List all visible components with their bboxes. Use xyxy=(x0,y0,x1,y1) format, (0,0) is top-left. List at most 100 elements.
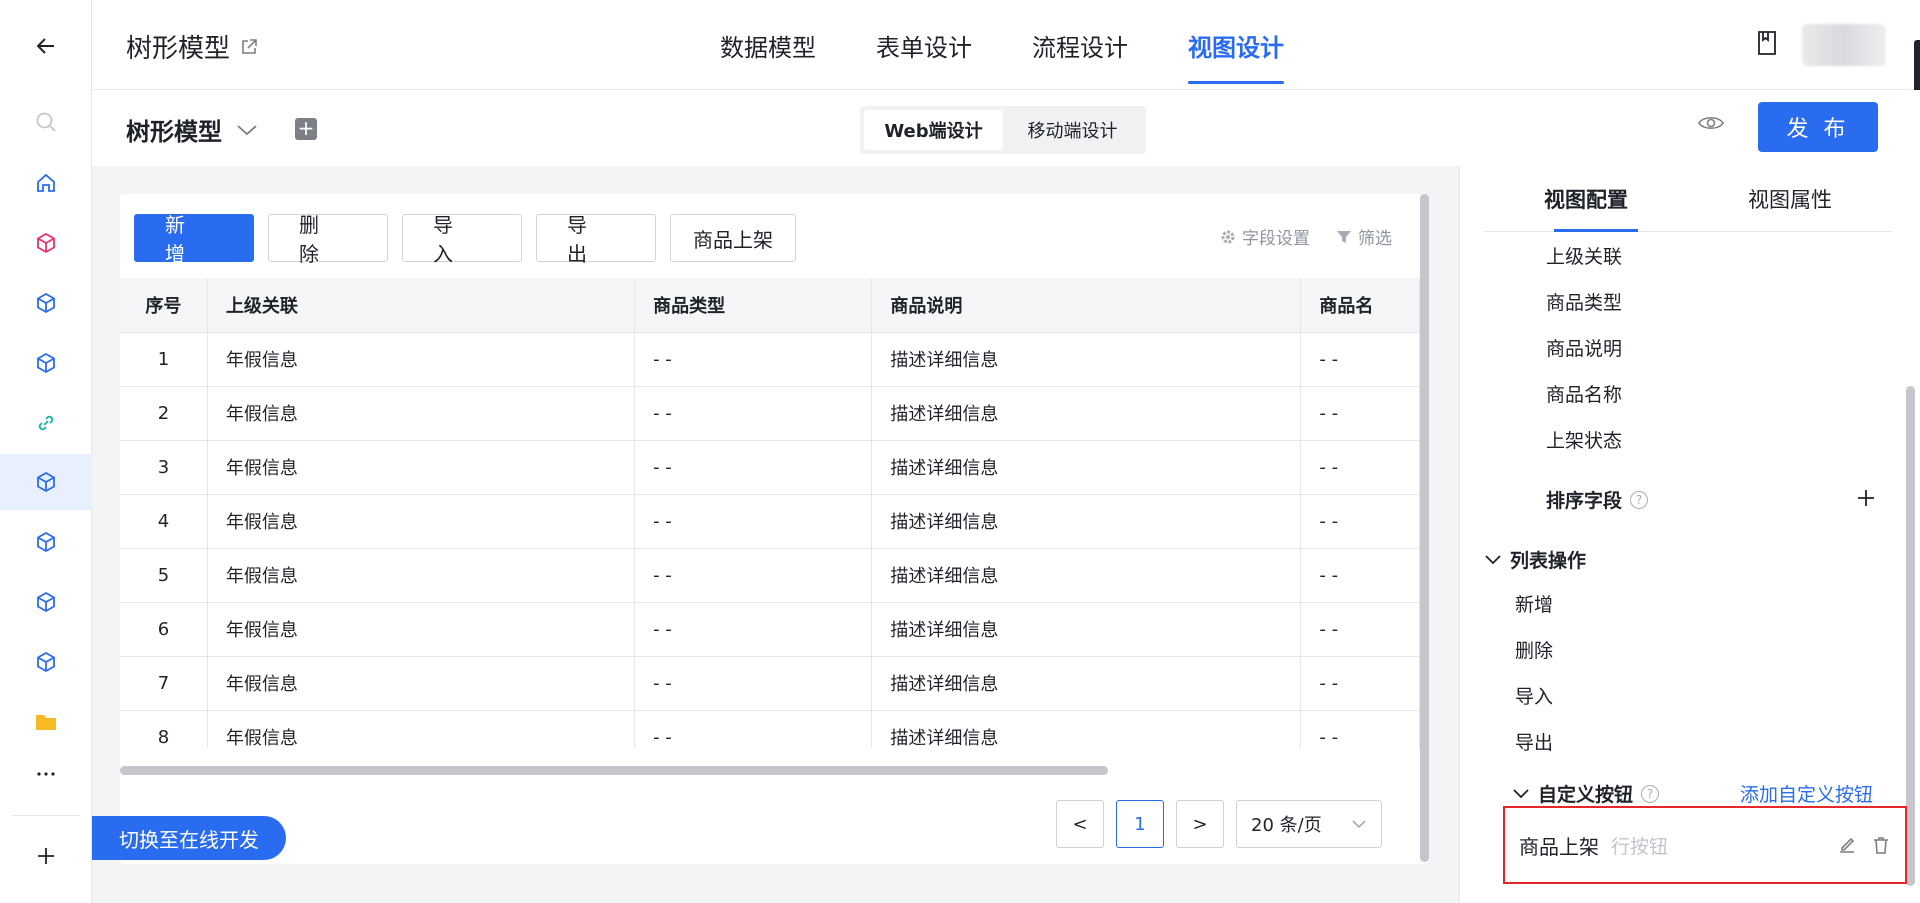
help-icon[interactable]: ? xyxy=(1630,490,1649,509)
col-header-type[interactable]: 商品类型 xyxy=(634,278,873,333)
cell-name: - - xyxy=(1300,494,1420,549)
cell-parent: 年假信息 xyxy=(207,602,636,657)
model-cube-icon[interactable] xyxy=(0,634,92,690)
custom-listing-button[interactable]: 商品上架 xyxy=(670,214,796,262)
list-ops-section[interactable]: 列表操作 xyxy=(1484,546,1586,573)
horizontal-scrollbar[interactable] xyxy=(120,766,1108,775)
cell-parent: 年假信息 xyxy=(207,332,636,387)
model-cube-icon[interactable] xyxy=(0,514,92,570)
folder-icon[interactable] xyxy=(0,694,92,750)
page-number-button[interactable]: 1 xyxy=(1116,800,1164,848)
preview-eye-icon[interactable] xyxy=(1698,114,1724,136)
cell-parent: 年假信息 xyxy=(207,710,636,748)
table-row[interactable]: 5 年假信息 - - 描述详细信息 - - xyxy=(120,548,1420,603)
page-size-select[interactable]: 20 条/页 xyxy=(1236,800,1382,848)
tab-flow-design[interactable]: 流程设计 xyxy=(1032,0,1128,90)
tab-view-design[interactable]: 视图设计 xyxy=(1188,0,1284,90)
add-sort-field-icon[interactable] xyxy=(1856,488,1876,512)
field-item[interactable]: 上级关联 xyxy=(1546,242,1622,269)
list-ops-title: 列表操作 xyxy=(1510,550,1587,572)
cell-index: 1 xyxy=(120,332,208,387)
mobile-design-option[interactable]: 移动端设计 xyxy=(1003,110,1142,150)
external-link-icon[interactable] xyxy=(240,38,258,56)
table-row[interactable]: 4 年假信息 - - 描述详细信息 - - xyxy=(120,494,1420,549)
cell-name: - - xyxy=(1300,440,1420,495)
help-icon[interactable]: ? xyxy=(1641,784,1660,803)
vertical-scrollbar[interactable] xyxy=(1420,194,1429,862)
prev-page-button[interactable]: < xyxy=(1056,800,1104,848)
model-cube-active-icon[interactable] xyxy=(0,454,92,510)
col-header-desc[interactable]: 商品说明 xyxy=(871,278,1302,333)
list-op-item[interactable]: 导出 xyxy=(1515,728,1553,755)
search-icon[interactable] xyxy=(0,94,92,150)
edit-icon[interactable] xyxy=(1837,835,1857,855)
trash-icon[interactable] xyxy=(1871,835,1891,855)
delete-button[interactable]: 删 除 xyxy=(268,213,388,266)
cell-desc: 描述详细信息 xyxy=(871,440,1302,495)
table-row[interactable]: 1 年假信息 - - 描述详细信息 - - xyxy=(120,332,1420,387)
custom-button-name: 商品上架 xyxy=(1519,834,1599,859)
field-item[interactable]: 商品说明 xyxy=(1546,334,1622,361)
tab-view-properties[interactable]: 视图属性 xyxy=(1688,166,1892,231)
custom-button-type: 行按钮 xyxy=(1611,835,1669,858)
list-op-item[interactable]: 导入 xyxy=(1515,682,1553,709)
cell-desc: 描述详细信息 xyxy=(871,710,1302,748)
web-design-option[interactable]: Web端设计 xyxy=(864,110,1003,150)
data-table: 序号 上级关联 商品类型 商品说明 商品名 1 年假信息 - - 描述详细信息 … xyxy=(120,278,1420,748)
list-op-item[interactable]: 新增 xyxy=(1515,590,1553,617)
more-icon[interactable] xyxy=(0,746,92,802)
table-row[interactable]: 2 年假信息 - - 描述详细信息 - - xyxy=(120,386,1420,441)
custom-buttons-title: 自定义按钮 xyxy=(1538,784,1634,806)
cell-parent: 年假信息 xyxy=(207,386,636,441)
export-button[interactable]: 导 出 xyxy=(536,213,656,266)
table-row[interactable]: 8 年假信息 - - 描述详细信息 - - xyxy=(120,710,1420,748)
model-selector[interactable]: 树形模型 xyxy=(126,112,258,147)
link-icon[interactable] xyxy=(0,395,92,451)
switch-online-dev-button[interactable]: 切换至在线开发 xyxy=(92,816,286,860)
table-row[interactable]: 6 年假信息 - - 描述详细信息 - - xyxy=(120,602,1420,657)
rail-divider xyxy=(12,815,80,816)
cell-index: 4 xyxy=(120,494,208,549)
next-page-button[interactable]: > xyxy=(1176,800,1224,848)
panel-scrollbar[interactable] xyxy=(1906,386,1915,886)
home-icon[interactable] xyxy=(0,155,92,211)
table-header-row: 序号 上级关联 商品类型 商品说明 商品名 xyxy=(120,278,1420,333)
tab-form-design[interactable]: 表单设计 xyxy=(876,0,972,90)
add-button[interactable]: 新 增 xyxy=(134,213,254,266)
add-custom-button-link[interactable]: 添加自定义按钮 xyxy=(1740,780,1873,807)
import-button[interactable]: 导 入 xyxy=(402,213,522,266)
cell-index: 8 xyxy=(120,710,208,748)
list-op-item[interactable]: 删除 xyxy=(1515,636,1553,663)
book-icon[interactable] xyxy=(1756,30,1778,60)
field-item[interactable]: 上架状态 xyxy=(1546,426,1622,453)
add-model-icon[interactable]: + xyxy=(295,118,317,140)
field-settings-link[interactable]: 字段设置 xyxy=(1220,224,1310,249)
back-arrow-icon[interactable] xyxy=(0,18,92,74)
table-row[interactable]: 7 年假信息 - - 描述详细信息 - - xyxy=(120,656,1420,711)
col-header-parent[interactable]: 上级关联 xyxy=(207,278,636,333)
chevron-down-icon xyxy=(1485,554,1501,564)
table-row[interactable]: 3 年假信息 - - 描述详细信息 - - xyxy=(120,440,1420,495)
chevron-down-icon xyxy=(1352,820,1366,829)
custom-buttons-section[interactable]: 自定义按钮 ? xyxy=(1512,780,1660,807)
model-cube-icon[interactable] xyxy=(0,335,92,391)
cell-type: - - xyxy=(634,332,873,387)
cell-parent: 年假信息 xyxy=(207,440,636,495)
field-item[interactable]: 商品名称 xyxy=(1546,380,1622,407)
model-cube-icon[interactable] xyxy=(0,275,92,331)
publish-button[interactable]: 发 布 xyxy=(1758,102,1878,152)
tab-view-config[interactable]: 视图配置 xyxy=(1484,166,1688,232)
model-cube-pink-icon[interactable] xyxy=(0,215,92,271)
model-cube-icon[interactable] xyxy=(0,574,92,630)
cell-type: - - xyxy=(634,548,873,603)
filter-link[interactable]: 筛选 xyxy=(1336,224,1392,249)
custom-button-card[interactable]: 商品上架 行按钮 xyxy=(1503,806,1907,884)
field-item[interactable]: 商品类型 xyxy=(1546,288,1622,315)
col-header-name[interactable]: 商品名 xyxy=(1300,278,1420,333)
model-name-label: 树形模型 xyxy=(126,118,222,146)
avatar[interactable] xyxy=(1802,24,1886,66)
cell-name: - - xyxy=(1300,656,1420,711)
tab-data-model[interactable]: 数据模型 xyxy=(720,0,816,90)
col-header-index[interactable]: 序号 xyxy=(120,278,208,333)
plus-icon[interactable] xyxy=(0,828,92,884)
